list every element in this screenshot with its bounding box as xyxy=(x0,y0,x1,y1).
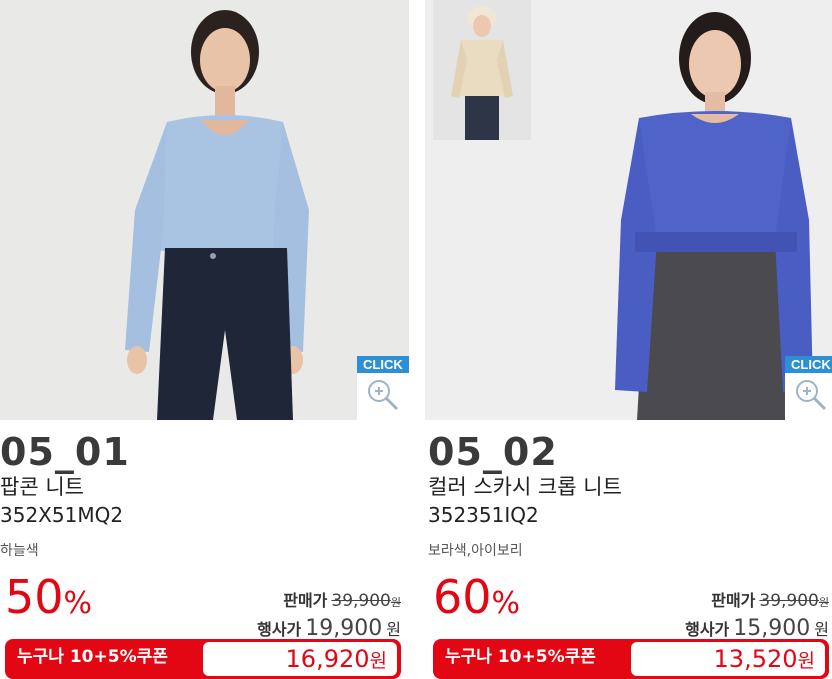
product-image[interactable]: CLICK xyxy=(0,0,409,420)
discount-value: 60 xyxy=(433,570,492,624)
sale-price-unit: 원 xyxy=(386,620,401,639)
sale-price-label: 행사가 xyxy=(257,620,302,639)
sale-price: 19,900 xyxy=(305,616,383,641)
price-block: 판매가 39,900원 행사가 19,900 원 xyxy=(257,588,401,643)
product-photo xyxy=(0,0,409,420)
original-price-row: 판매가 39,900원 xyxy=(257,588,401,616)
magnifier-icon xyxy=(796,380,827,411)
original-price-row: 판매가 39,900원 xyxy=(685,588,829,616)
sale-price-unit: 원 xyxy=(814,620,829,639)
discount-symbol: % xyxy=(491,586,521,621)
original-price-label: 판매가 xyxy=(283,591,328,610)
zoom-badge[interactable]: CLICK xyxy=(357,356,409,420)
coupon-price-box: 13,520원 xyxy=(631,642,825,676)
discount-rate: 50% xyxy=(5,570,92,635)
click-label: CLICK xyxy=(785,356,832,373)
price-block: 판매가 39,900원 행사가 15,900 원 xyxy=(685,588,829,643)
product-name[interactable]: 컬러 스카시 크롭 니트 xyxy=(428,474,622,500)
discount-value: 50 xyxy=(5,570,64,624)
discount-rate: 60% xyxy=(433,570,520,635)
original-price-unit: 원 xyxy=(390,596,401,609)
coupon-price-box: 16,920원 xyxy=(203,642,397,676)
discount-symbol: % xyxy=(63,586,93,621)
original-price: 39,900 xyxy=(331,591,391,611)
product-image[interactable]: CLICK xyxy=(425,0,832,420)
coupon-price-unit: 원 xyxy=(797,650,815,672)
product-code: 05_01 xyxy=(0,430,130,474)
coupon-banner[interactable]: 누구나 10+5%쿠폰 16,920원 xyxy=(5,639,401,679)
zoom-badge[interactable]: CLICK xyxy=(785,356,832,420)
original-price-unit: 원 xyxy=(818,596,829,609)
coupon-price: 16,920 xyxy=(285,645,370,673)
coupon-price-unit: 원 xyxy=(369,650,387,672)
product-sku: 352351IQ2 xyxy=(428,503,539,527)
original-price: 39,900 xyxy=(759,591,819,611)
product-grid: CLICK 05_01 팝콘 니트 352X51MQ2 하늘색 50% 판매가 3… xyxy=(0,0,832,679)
coupon-banner[interactable]: 누구나 10+5%쿠폰 13,520원 xyxy=(433,639,829,679)
original-price-label: 판매가 xyxy=(711,591,756,610)
product-colors: 보라색,아이보리 xyxy=(428,543,523,559)
product-photo xyxy=(425,0,832,420)
product-name[interactable]: 팝콘 니트 xyxy=(0,474,84,500)
coupon-price: 13,520 xyxy=(713,645,798,673)
product-code: 05_02 xyxy=(428,430,558,474)
click-label: CLICK xyxy=(357,356,409,373)
product-card[interactable]: CLICK 05_01 팝콘 니트 352X51MQ2 하늘색 50% 판매가 3… xyxy=(0,0,409,679)
product-sku: 352X51MQ2 xyxy=(0,503,124,527)
sale-price: 15,900 xyxy=(733,616,811,641)
alt-color-thumbnail xyxy=(433,0,531,140)
product-colors: 하늘색 xyxy=(0,543,39,559)
magnifier-icon xyxy=(368,380,399,411)
coupon-label: 누구나 10+5%쿠폰 xyxy=(445,647,596,667)
coupon-label: 누구나 10+5%쿠폰 xyxy=(17,647,168,667)
product-card[interactable]: CLICK 05_02 컬러 스카시 크롭 니트 352351IQ2 보라색,아… xyxy=(425,0,832,679)
sale-price-label: 행사가 xyxy=(685,620,730,639)
